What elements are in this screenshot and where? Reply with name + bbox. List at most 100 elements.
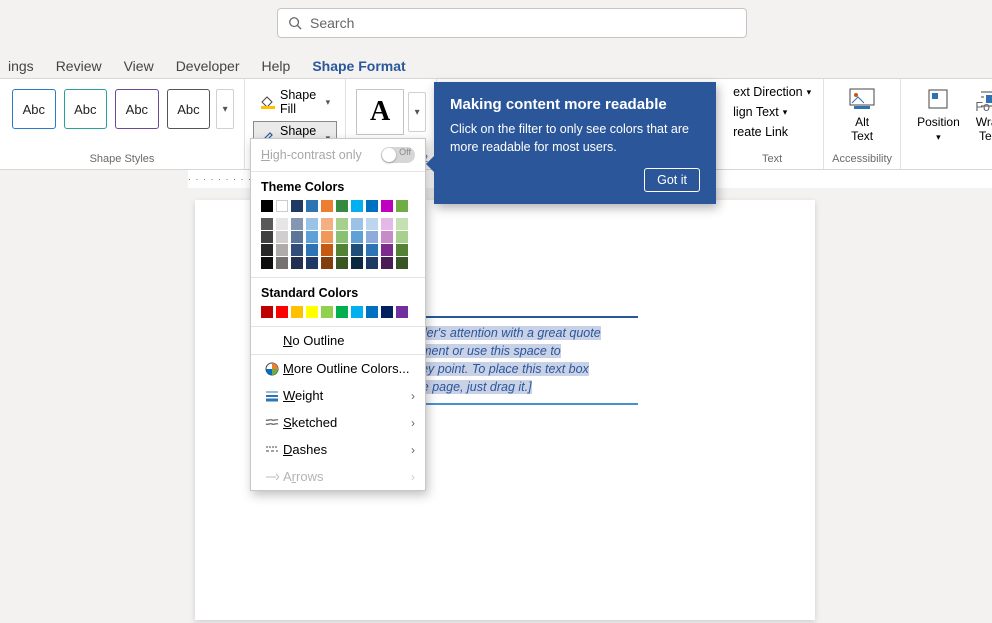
color-swatch[interactable] xyxy=(321,257,333,269)
color-swatch[interactable] xyxy=(336,200,348,212)
tab-help[interactable]: Help xyxy=(260,54,293,80)
color-swatch[interactable] xyxy=(261,218,273,230)
group-label-text: Text xyxy=(729,153,815,167)
color-swatch[interactable] xyxy=(321,231,333,243)
color-swatch[interactable] xyxy=(261,306,273,318)
color-swatch[interactable] xyxy=(381,218,393,230)
shape-style-more[interactable]: ▾ xyxy=(216,89,234,129)
color-swatch[interactable] xyxy=(351,257,363,269)
color-swatch[interactable] xyxy=(306,200,318,212)
color-swatch[interactable] xyxy=(351,244,363,256)
color-swatch[interactable] xyxy=(261,231,273,243)
color-swatch[interactable] xyxy=(381,231,393,243)
sketched-icon xyxy=(261,417,283,429)
color-swatch[interactable] xyxy=(366,218,378,230)
color-swatch[interactable] xyxy=(291,200,303,212)
color-swatch[interactable] xyxy=(321,244,333,256)
color-swatch[interactable] xyxy=(366,257,378,269)
teaching-callout: Making content more readable Click on th… xyxy=(434,82,716,204)
more-outline-colors-item[interactable]: More Outline Colors... More Outline Colo… xyxy=(251,355,425,382)
align-text-button[interactable]: lign Text▾ xyxy=(729,103,815,121)
color-swatch[interactable] xyxy=(381,200,393,212)
color-swatch[interactable] xyxy=(336,231,348,243)
high-contrast-toggle[interactable]: Off xyxy=(381,147,415,163)
shape-outline-dropdown: HHigh-contrast onlyigh-contrast only Off… xyxy=(250,138,426,491)
color-swatch[interactable] xyxy=(366,306,378,318)
color-swatch[interactable] xyxy=(396,257,408,269)
weight-item[interactable]: Weight› Weight xyxy=(251,382,425,409)
tab-review[interactable]: Review xyxy=(54,54,104,80)
group-label-accessibility: Accessibility xyxy=(832,153,892,167)
color-swatch[interactable] xyxy=(291,257,303,269)
search-placeholder: Search xyxy=(310,15,354,31)
color-swatch[interactable] xyxy=(261,257,273,269)
color-swatch[interactable] xyxy=(276,306,288,318)
color-swatch[interactable] xyxy=(261,244,273,256)
callout-title: Making content more readable xyxy=(450,96,700,113)
weight-icon xyxy=(261,390,283,402)
shape-style-2[interactable]: Abc xyxy=(64,89,108,129)
alt-text-icon xyxy=(848,87,876,111)
shape-style-1[interactable]: Abc xyxy=(12,89,56,129)
color-swatch[interactable] xyxy=(306,244,318,256)
color-swatch[interactable] xyxy=(276,244,288,256)
tab-developer[interactable]: Developer xyxy=(174,54,242,80)
color-swatch[interactable] xyxy=(351,200,363,212)
color-swatch[interactable] xyxy=(351,306,363,318)
tab-shape-format[interactable]: Shape Format xyxy=(310,54,407,80)
color-swatch[interactable] xyxy=(396,231,408,243)
text-direction-button[interactable]: ext Direction▾ xyxy=(729,83,815,101)
color-swatch[interactable] xyxy=(351,218,363,230)
color-swatch[interactable] xyxy=(381,306,393,318)
color-swatch[interactable] xyxy=(396,218,408,230)
color-swatch[interactable] xyxy=(396,200,408,212)
tab-partial[interactable]: ings xyxy=(6,54,36,80)
group-text: ext Direction▾ lign Text▾ reate Link Tex… xyxy=(721,79,824,169)
sketched-item[interactable]: Sketched› Sketched xyxy=(251,409,425,436)
color-swatch[interactable] xyxy=(321,306,333,318)
color-swatch[interactable] xyxy=(276,218,288,230)
color-swatch[interactable] xyxy=(381,257,393,269)
color-swatch[interactable] xyxy=(291,231,303,243)
no-outline-item[interactable]: No Outline No Outline xyxy=(251,327,425,354)
alt-text-button[interactable]: Alt Text xyxy=(832,83,892,148)
wrap-text-button[interactable]: Wrap Text xyxy=(968,83,992,148)
color-swatch[interactable] xyxy=(321,218,333,230)
color-swatch[interactable] xyxy=(366,200,378,212)
tab-view[interactable]: View xyxy=(122,54,156,80)
color-swatch[interactable] xyxy=(396,244,408,256)
search-box[interactable]: Search xyxy=(277,8,747,38)
shape-style-3[interactable]: Abc xyxy=(115,89,159,129)
color-swatch[interactable] xyxy=(306,218,318,230)
color-swatch[interactable] xyxy=(291,244,303,256)
color-swatch[interactable] xyxy=(276,200,288,212)
color-swatch[interactable] xyxy=(276,231,288,243)
wordart-more[interactable]: ▾ xyxy=(408,92,426,132)
color-swatch[interactable] xyxy=(351,231,363,243)
color-wheel-icon xyxy=(261,362,283,376)
color-swatch[interactable] xyxy=(306,257,318,269)
color-swatch[interactable] xyxy=(261,200,273,212)
color-swatch[interactable] xyxy=(366,231,378,243)
wordart-style[interactable]: A xyxy=(356,89,404,135)
color-swatch[interactable] xyxy=(381,244,393,256)
create-link-button[interactable]: reate Link xyxy=(729,123,815,141)
color-swatch[interactable] xyxy=(336,257,348,269)
got-it-button[interactable]: Got it xyxy=(644,168,700,192)
color-swatch[interactable] xyxy=(276,257,288,269)
search-icon xyxy=(288,16,302,30)
color-swatch[interactable] xyxy=(336,306,348,318)
color-swatch[interactable] xyxy=(306,231,318,243)
color-swatch[interactable] xyxy=(396,306,408,318)
color-swatch[interactable] xyxy=(336,244,348,256)
color-swatch[interactable] xyxy=(336,218,348,230)
color-swatch[interactable] xyxy=(366,244,378,256)
position-button[interactable]: Position▾ xyxy=(909,83,968,148)
color-swatch[interactable] xyxy=(291,306,303,318)
color-swatch[interactable] xyxy=(291,218,303,230)
color-swatch[interactable] xyxy=(306,306,318,318)
shape-style-4[interactable]: Abc xyxy=(167,89,211,129)
dashes-item[interactable]: Dashes› Dashes xyxy=(251,436,425,463)
color-swatch[interactable] xyxy=(321,200,333,212)
shape-fill-button[interactable]: Shape Fill ▾ xyxy=(253,85,337,119)
